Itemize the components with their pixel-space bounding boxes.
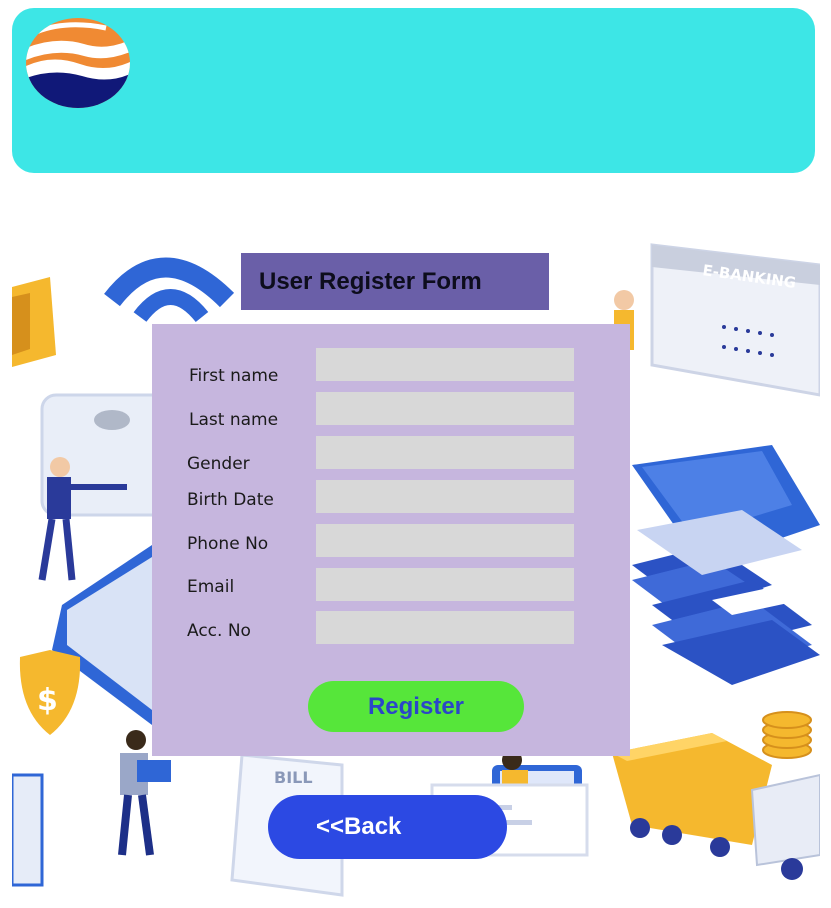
acc-no-label: Acc. No (187, 621, 251, 641)
gender-label: Gender (187, 454, 250, 474)
birth-date-input[interactable] (316, 480, 574, 513)
wave-globe-logo-icon[interactable] (26, 18, 130, 108)
gender-input[interactable] (316, 436, 574, 469)
svg-text:$: $ (37, 683, 58, 718)
phone-no-input[interactable] (316, 524, 574, 557)
header-bar (12, 8, 815, 173)
register-button[interactable]: Register (308, 681, 524, 732)
acc-no-input[interactable] (316, 611, 574, 644)
first-name-label: First name (189, 366, 279, 386)
bill-text: BILL (274, 768, 313, 787)
phone-no-label: Phone No (187, 534, 269, 554)
last-name-label: Last name (189, 410, 279, 430)
email-label: Email (187, 577, 235, 597)
back-button[interactable]: <<Back (268, 795, 507, 859)
form-title: User Register Form (241, 253, 549, 310)
email-input[interactable] (316, 568, 574, 601)
last-name-input[interactable] (316, 392, 574, 425)
first-name-input[interactable] (316, 348, 574, 381)
birth-date-label: Birth Date (187, 490, 274, 510)
